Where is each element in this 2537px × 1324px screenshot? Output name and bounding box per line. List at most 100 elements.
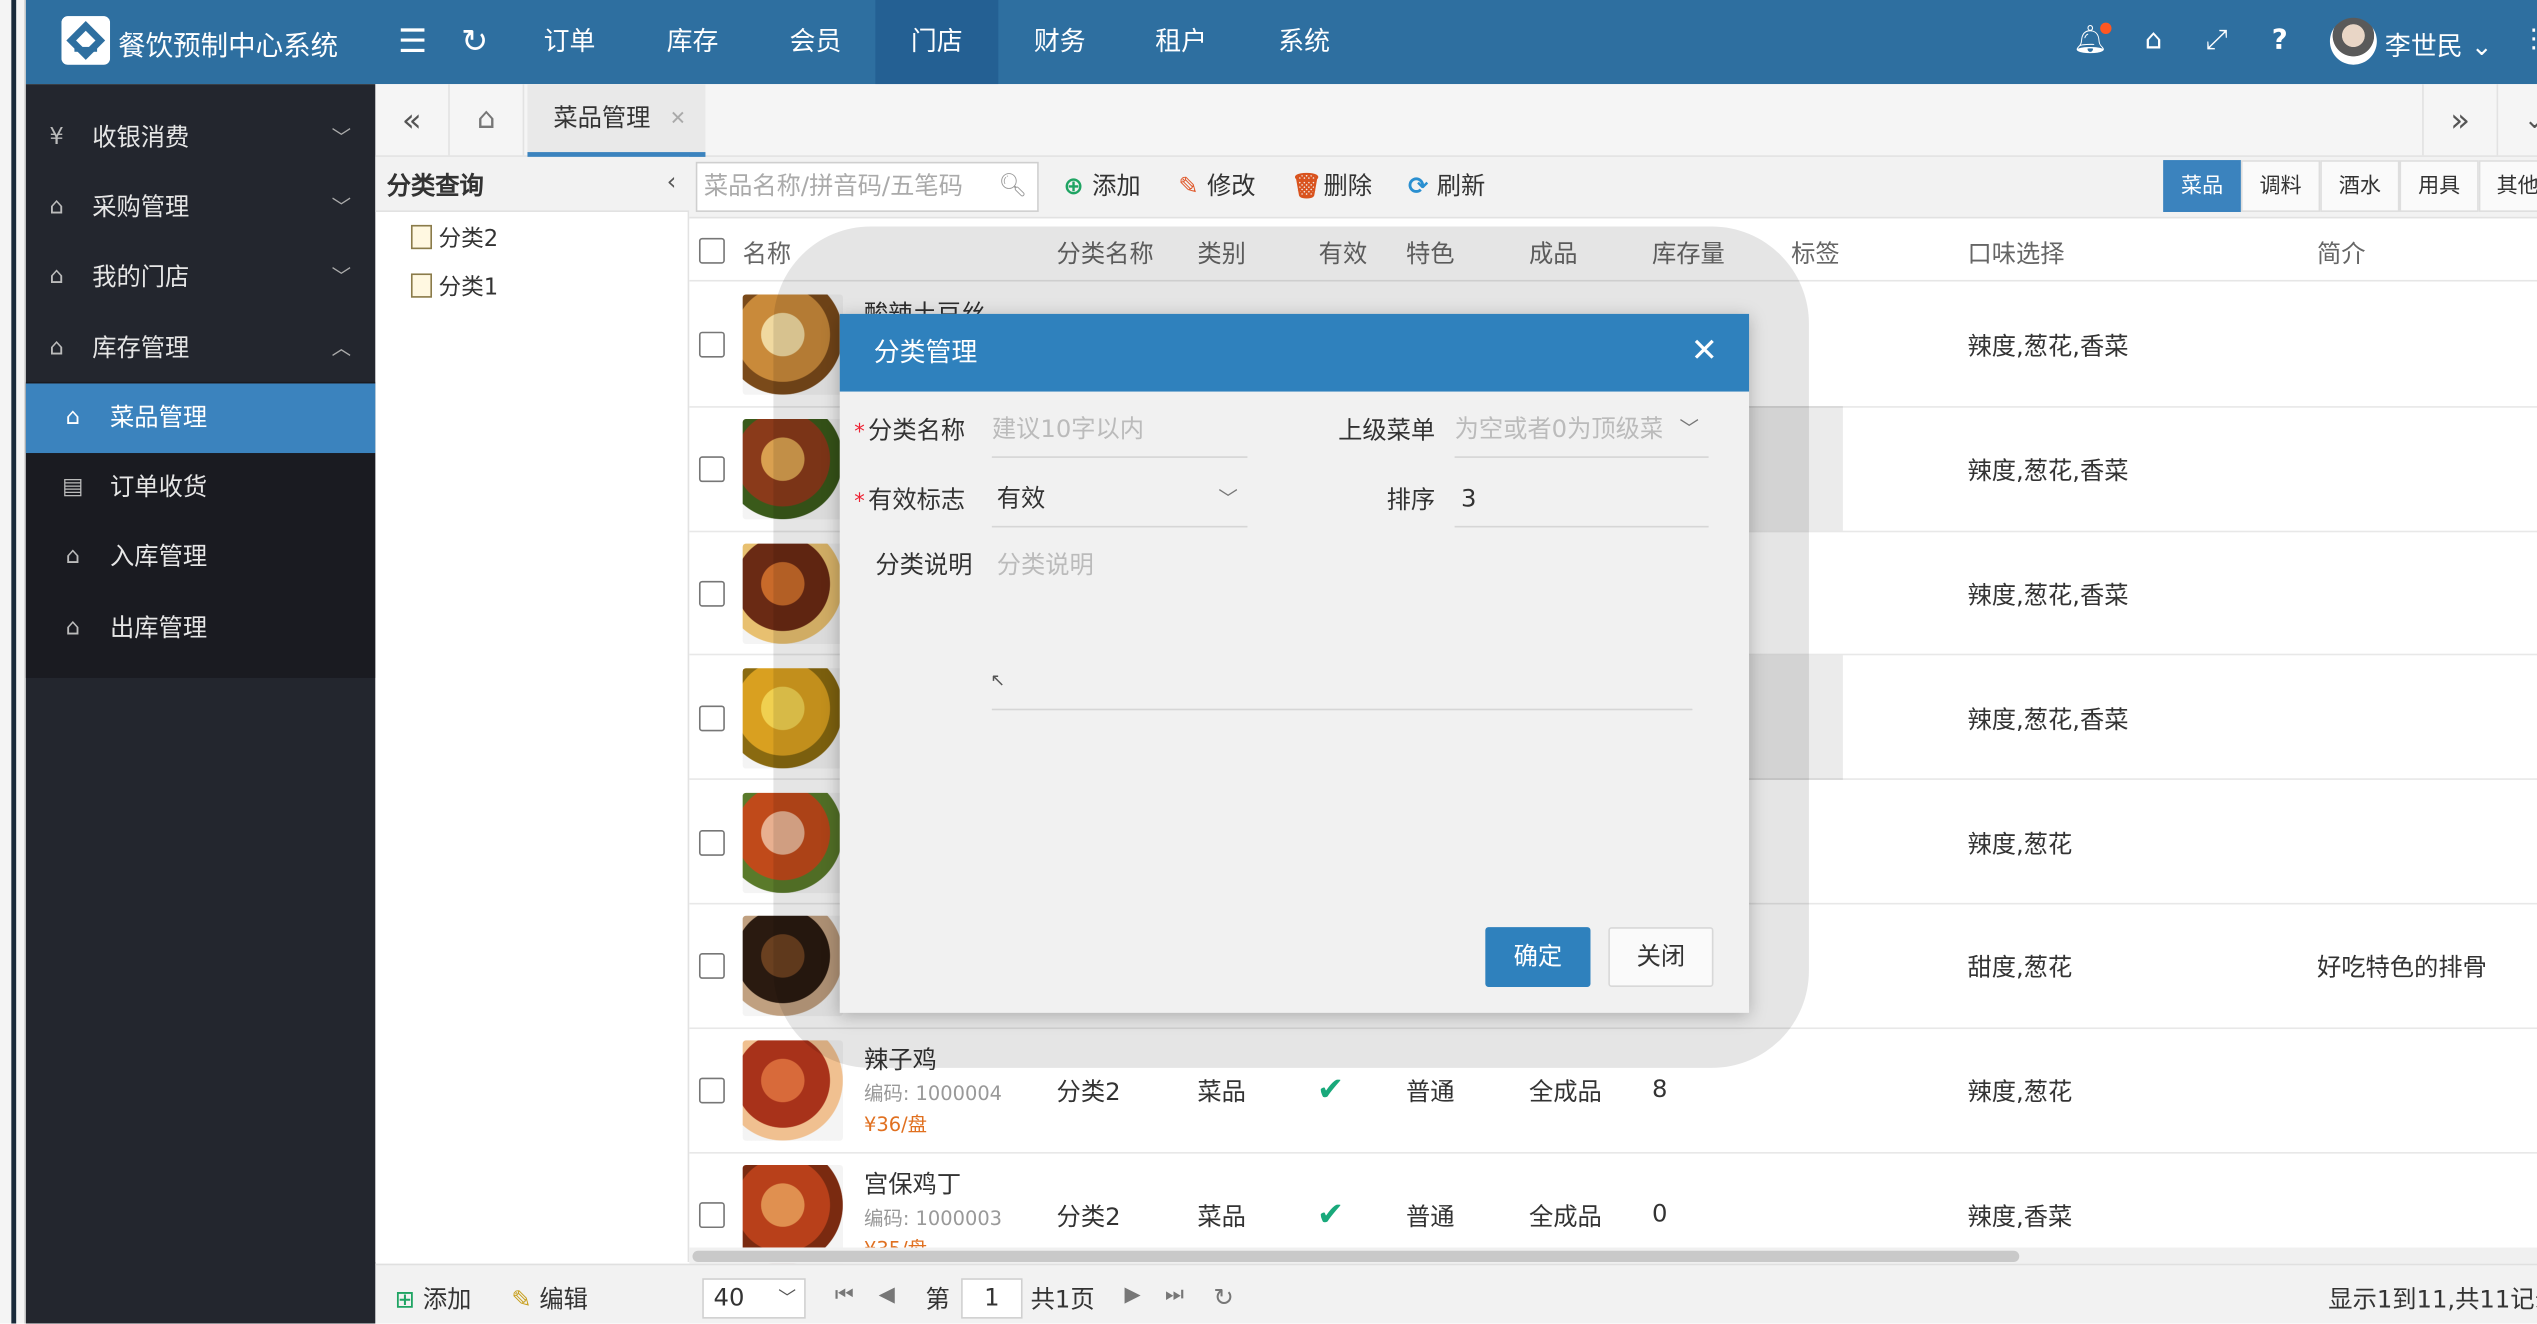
clipboard-icon: ▤ (62, 474, 84, 500)
nav-order[interactable]: 订单 (508, 0, 631, 84)
first-page-icon[interactable]: ⏮ (835, 1283, 854, 1307)
row-checkbox[interactable] (698, 705, 725, 732)
modal-shadow (1749, 406, 1843, 531)
confirm-button[interactable]: 确定 (1485, 927, 1591, 987)
tree-node[interactable]: 分类1 (410, 270, 498, 302)
trash-icon: 🗑︎ (1291, 171, 1322, 201)
chevron-down-icon: ﹀ (778, 1287, 797, 1309)
footer-add-button[interactable]: ⊞ 添加 (395, 1281, 472, 1315)
refresh-button[interactable]: ⟳ 刷新 (1404, 168, 1485, 202)
page-size-select[interactable]: 40 ﹀ (702, 1278, 806, 1319)
taste-cell: 辣度,葱花 (1967, 829, 2073, 859)
tab-scroll-right-icon[interactable]: » (2422, 84, 2496, 156)
nav-store[interactable]: 门店 (875, 0, 999, 85)
sidebar-item-stock-in[interactable]: ⌂ 入库管理 (26, 523, 375, 593)
row-checkbox[interactable] (698, 829, 725, 856)
row-checkbox[interactable] (698, 332, 725, 359)
search-icon[interactable]: 🔍︎ (999, 163, 1028, 210)
col-taste[interactable]: 口味选择 (1967, 236, 2064, 270)
taste-cell: 辣度,葱花,香菜 (1967, 456, 2129, 486)
prev-page-icon[interactable]: ◀ (879, 1283, 895, 1307)
taste-cell: 辣度,香菜 (1967, 1202, 2073, 1232)
app-title: 餐饮预制中心系统 (118, 30, 339, 64)
sort-label: 排序 (1386, 485, 1436, 515)
tab-category-other[interactable]: 其他 (2478, 160, 2537, 212)
last-page-icon[interactable]: ⏭ (1165, 1283, 1184, 1307)
next-page-icon[interactable]: ▶ (1125, 1283, 1141, 1307)
row-checkbox[interactable] (698, 456, 725, 483)
page-number-input[interactable]: 1 (961, 1278, 1023, 1319)
edit-button[interactable]: ✎ 修改 (1175, 168, 1255, 202)
refresh-icon[interactable]: ↻ (461, 21, 488, 60)
close-icon[interactable]: ✕ (670, 84, 686, 154)
user-menu[interactable]: 李世民 ⌄ (2385, 24, 2493, 63)
tab-category-drinks[interactable]: 酒水 (2320, 160, 2400, 212)
nav-tenant[interactable]: 租户 (1120, 0, 1243, 84)
col-intro[interactable]: 简介 (2317, 236, 2366, 270)
notification-dot (2100, 22, 2112, 34)
valid-flag-select[interactable]: 有效 ﹀ (991, 482, 1248, 528)
valid-label: * 有效标志 (854, 485, 966, 515)
more-icon[interactable]: ⋮ (2521, 23, 2537, 54)
sidebar-item-inventory[interactable]: ⌂ 库存管理 ︿ (26, 314, 375, 384)
tab-dish-management[interactable]: 菜品管理 ✕ (527, 84, 706, 157)
tab-menu-icon[interactable]: ⌄ (2496, 84, 2537, 156)
total-pages: 共1页 (1030, 1284, 1095, 1314)
tab-category-utensils[interactable]: 用具 (2399, 160, 2479, 212)
select-all-checkbox[interactable] (698, 237, 725, 264)
add-icon: ⊕ (1063, 171, 1084, 201)
sidebar-item-order-receipt[interactable]: ▤ 订单收货 (26, 453, 375, 523)
tab-scroll-left-icon[interactable]: « (375, 84, 450, 156)
row-checkbox[interactable] (698, 953, 725, 980)
row-divider (689, 1151, 2537, 1153)
row-checkbox[interactable] (698, 1202, 725, 1229)
type-cell: 菜品 (1197, 1202, 1246, 1232)
sidebar-item-purchase[interactable]: ⌂ 采购管理 ﹀ (26, 173, 375, 243)
add-icon: ⊞ (394, 1284, 416, 1314)
search-input[interactable]: 菜品名称/拼音码/五笔码 🔍︎ (695, 161, 1039, 212)
row-checkbox[interactable] (698, 1077, 725, 1104)
file-icon (410, 224, 433, 250)
sidebar-item-my-store[interactable]: ⌂ 我的门店 ﹀ (26, 243, 375, 313)
chevron-down-icon: ﹀ (1218, 487, 1238, 510)
mouse-cursor-icon: ↖ (990, 669, 1006, 691)
pencil-icon: ✎ (1178, 171, 1199, 201)
dish-name: 宫保鸡丁 (864, 1169, 962, 1199)
col-tag[interactable]: 标签 (1791, 236, 1840, 270)
delete-button[interactable]: 🗑︎ 删除 (1291, 168, 1372, 202)
close-icon[interactable]: ✕ (1691, 330, 1718, 369)
fullscreen-icon[interactable]: ⤢ (2199, 24, 2235, 56)
user-name: 李世民 (2384, 30, 2463, 62)
parent-menu-select[interactable]: 为空或者0为顶级菜单﹀ (1454, 413, 1709, 458)
yen-icon: ¥ (49, 124, 64, 151)
tree-node[interactable]: 分类2 (410, 222, 498, 254)
tab-category-dish[interactable]: 菜品 (2163, 160, 2241, 212)
add-button[interactable]: ⊕ 添加 (1060, 168, 1140, 202)
footer-edit-button[interactable]: ✎ 编辑 (511, 1281, 588, 1315)
scrollbar-thumb[interactable] (692, 1250, 2020, 1263)
cancel-button[interactable]: 关闭 (1608, 927, 1714, 987)
nav-member[interactable]: 会员 (754, 0, 877, 84)
nav-system[interactable]: 系统 (1243, 0, 1366, 84)
sidebar-item-dish-management[interactable]: ⌂ 菜品管理 (25, 383, 376, 454)
avatar[interactable] (2329, 17, 2377, 65)
page-prefix: 第 (925, 1284, 950, 1314)
collapse-icon[interactable]: ‹ (667, 167, 677, 196)
sidebar-item-cashier[interactable]: ¥ 收银消费 ﹀ (26, 104, 375, 174)
taste-cell: 辣度,葱花 (1967, 1077, 2073, 1108)
nav-inventory[interactable]: 库存 (631, 0, 754, 84)
col-name[interactable]: 名称 (743, 236, 792, 270)
help-icon[interactable]: ? (2262, 24, 2298, 56)
row-checkbox[interactable] (698, 580, 725, 607)
sidebar-item-stock-out[interactable]: ⌂ 出库管理 (26, 594, 375, 664)
tab-category-seasoning[interactable]: 调料 (2240, 160, 2321, 212)
sort-input[interactable]: 3 (1454, 482, 1709, 528)
reload-icon[interactable]: ↻ (1214, 1283, 1234, 1312)
tab-home-icon[interactable]: ⌂ (450, 84, 525, 156)
nav-finance[interactable]: 财务 (998, 0, 1121, 84)
home-icon: ⌂ (65, 543, 80, 570)
category-name-input[interactable]: 建议10字以内 (991, 413, 1248, 458)
tag-icon[interactable]: ⌂ (2136, 24, 2172, 56)
menu-toggle-icon[interactable]: ☰ (398, 21, 427, 60)
category-desc-textarea[interactable]: 分类说明 (991, 547, 1693, 711)
